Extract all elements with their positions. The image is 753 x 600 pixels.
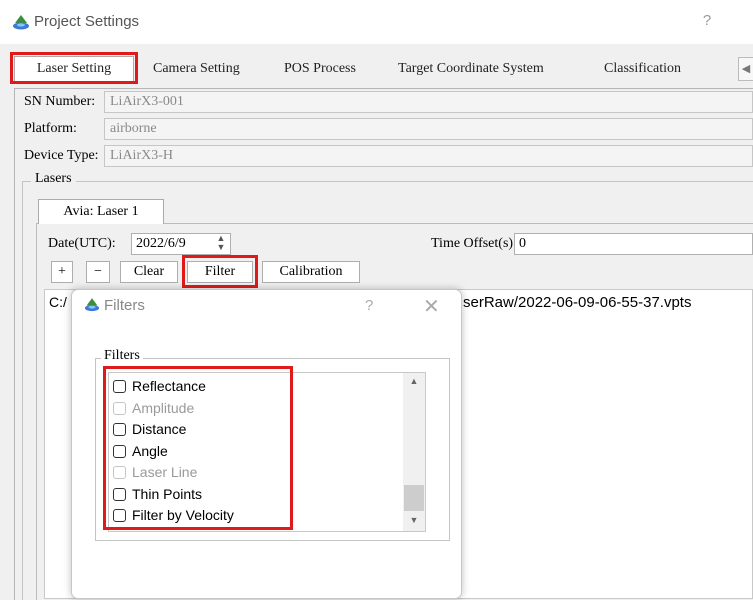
tab-classification[interactable]: Classification [604, 58, 681, 82]
tab-pos-process[interactable]: POS Process [284, 58, 356, 82]
sn-number-label: SN Number: [24, 94, 96, 109]
file-path-end: serRaw/2022-06-09-06-55-37.vpts [463, 294, 692, 311]
add-laser-button[interactable]: + [51, 261, 73, 283]
device-type-field: LiAirX3-H [104, 145, 753, 167]
calibration-button[interactable]: Calibration [262, 261, 360, 283]
clear-button[interactable]: Clear [120, 261, 178, 283]
lasers-group-label: Lasers [31, 171, 76, 187]
device-type-label: Device Type: [24, 148, 99, 163]
help-button[interactable]: ? [697, 12, 717, 32]
time-offset-label: Time Offset(s): [431, 236, 517, 251]
app-logo-icon [13, 15, 29, 30]
remove-laser-button[interactable]: − [86, 261, 110, 283]
close-icon[interactable]: ✕ [423, 294, 440, 319]
platform-field: airborne [104, 118, 753, 140]
filters-dialog-title: Filters [104, 297, 145, 314]
file-path-start: C:/ [49, 294, 67, 310]
time-offset-input[interactable]: 0 [514, 233, 753, 255]
scrollbar-thumb[interactable] [404, 485, 424, 511]
filters-dialog-help-button[interactable]: ? [365, 297, 373, 314]
filters-dialog-logo-icon [84, 298, 100, 312]
scroll-down-icon[interactable]: ▼ [403, 515, 425, 529]
sn-number-field: LiAirX3-001 [104, 91, 753, 113]
filters-list-highlight [103, 366, 293, 530]
tab-camera-setting[interactable]: Camera Setting [153, 58, 240, 82]
date-utc-label: Date(UTC): [48, 236, 116, 251]
filters-group-label: Filters [101, 348, 143, 364]
laser-setting-highlight [10, 52, 138, 84]
date-spinner-icon[interactable]: ▲ ▼ [214, 234, 228, 254]
scroll-up-icon[interactable]: ▲ [403, 376, 425, 390]
tab-scroll-left-icon[interactable]: ◀ [738, 57, 753, 81]
window-title: Project Settings [34, 13, 140, 30]
filter-button-highlight [182, 255, 258, 288]
tab-avia-laser-1[interactable]: Avia: Laser 1 [38, 199, 164, 224]
platform-label: Platform: [24, 121, 77, 136]
tab-target-coordinate-system[interactable]: Target Coordinate System [398, 58, 544, 82]
